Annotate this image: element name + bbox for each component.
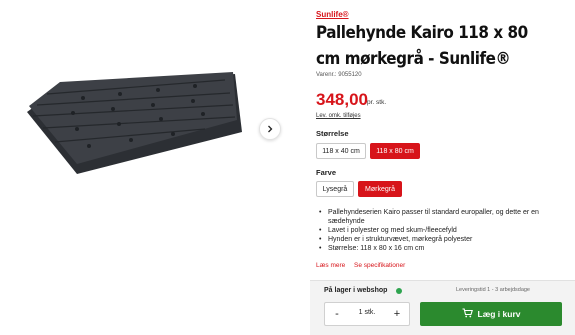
size-option-118x40[interactable]: 118 x 40 cm bbox=[316, 143, 366, 159]
list-item: Hynden er i strukturvævet, mørkegrå poly… bbox=[316, 235, 571, 244]
stock-status: På lager i webshop bbox=[324, 287, 388, 294]
color-label: Farve bbox=[316, 168, 337, 177]
specifications-link[interactable]: Se specifikationer bbox=[354, 262, 405, 269]
sku-text: Varenr.: 9055120 bbox=[316, 72, 362, 78]
list-item: Pallehyndeserien Kairo passer til standa… bbox=[316, 208, 571, 226]
product-image[interactable] bbox=[25, 72, 247, 180]
price: 348,00 bbox=[316, 90, 368, 109]
cart-icon bbox=[462, 308, 473, 320]
shipping-cost-link[interactable]: Lev. omk. tilføjes bbox=[316, 113, 361, 119]
increase-quantity-button[interactable]: + bbox=[387, 303, 407, 325]
quantity-value[interactable]: 1 stk. bbox=[347, 309, 387, 316]
size-option-118x80[interactable]: 118 x 80 cm bbox=[370, 143, 420, 159]
webshop-panel: På lager i webshop Leveringstid 1 - 3 ar… bbox=[310, 280, 575, 335]
price-unit: pr. stk. bbox=[367, 99, 387, 106]
list-item: Størrelse: 118 x 80 x 16 cm cm bbox=[316, 244, 571, 253]
color-option-lysegra[interactable]: Lysegrå bbox=[316, 181, 354, 197]
product-gallery bbox=[0, 0, 300, 334]
feature-list: Pallehyndeserien Kairo passer til standa… bbox=[316, 208, 571, 253]
size-label: Størrelse bbox=[316, 129, 349, 138]
page-title: Pallehynde Kairo 118 x 80 cm mørkegrå - … bbox=[316, 23, 528, 68]
quantity-stepper: - 1 stk. + bbox=[324, 302, 410, 326]
add-to-cart-button[interactable]: Læg i kurv bbox=[420, 302, 562, 326]
list-item: Lavet i polyester og med skum-/fleecefyl… bbox=[316, 226, 571, 235]
delivery-time: Leveringstid 1 - 3 arbejdsdage bbox=[456, 287, 530, 293]
decrease-quantity-button[interactable]: - bbox=[327, 303, 347, 325]
in-stock-indicator-icon bbox=[396, 288, 402, 294]
brand-link[interactable]: Sunlife® bbox=[316, 10, 349, 19]
chevron-right-icon bbox=[266, 120, 274, 138]
add-to-cart-label: Læg i kurv bbox=[477, 309, 521, 319]
color-option-morkegra[interactable]: Mørkegrå bbox=[358, 181, 402, 197]
next-image-button[interactable] bbox=[259, 118, 281, 140]
read-more-link[interactable]: Læs mere bbox=[316, 262, 345, 269]
